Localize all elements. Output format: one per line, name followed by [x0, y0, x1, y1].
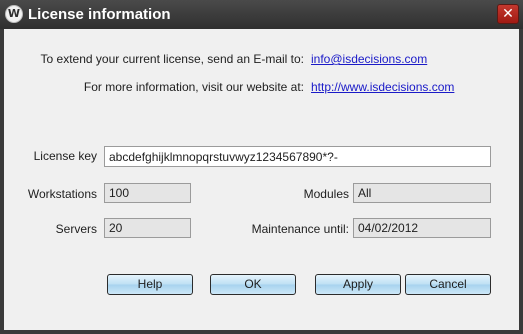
website-info-label: For more information, visit our website …	[83, 80, 304, 94]
website-link[interactable]: http://www.isdecisions.com	[311, 80, 454, 94]
workstations-label: Workstations	[27, 187, 97, 201]
email-info-label: To extend your current license, send an …	[40, 52, 304, 66]
dialog-body: To extend your current license, send an …	[4, 29, 519, 330]
modules-label: Modules	[303, 187, 349, 201]
title-bar[interactable]: W License information ✕	[0, 0, 523, 29]
close-button[interactable]: ✕	[497, 4, 519, 24]
servers-field: 20	[104, 218, 191, 238]
cancel-button[interactable]: Cancel	[405, 274, 491, 295]
modules-field: All	[353, 183, 491, 203]
help-button[interactable]: Help	[107, 274, 193, 295]
maintenance-label: Maintenance until:	[251, 222, 349, 236]
close-icon: ✕	[502, 5, 514, 21]
license-dialog: W License information ✕ To extend your c…	[0, 0, 523, 334]
app-logo-icon: W	[5, 5, 23, 23]
ok-button[interactable]: OK	[210, 274, 296, 295]
apply-button[interactable]: Apply	[315, 274, 401, 295]
email-link[interactable]: info@isdecisions.com	[311, 52, 427, 66]
maintenance-field: 04/02/2012	[353, 218, 491, 238]
window-title: License information	[28, 6, 171, 23]
servers-label: Servers	[55, 222, 97, 236]
license-key-input[interactable]: abcdefghijklmnopqrstuvwyz1234567890*?-	[104, 146, 491, 167]
license-key-label: License key	[33, 149, 97, 163]
workstations-field: 100	[104, 183, 191, 203]
